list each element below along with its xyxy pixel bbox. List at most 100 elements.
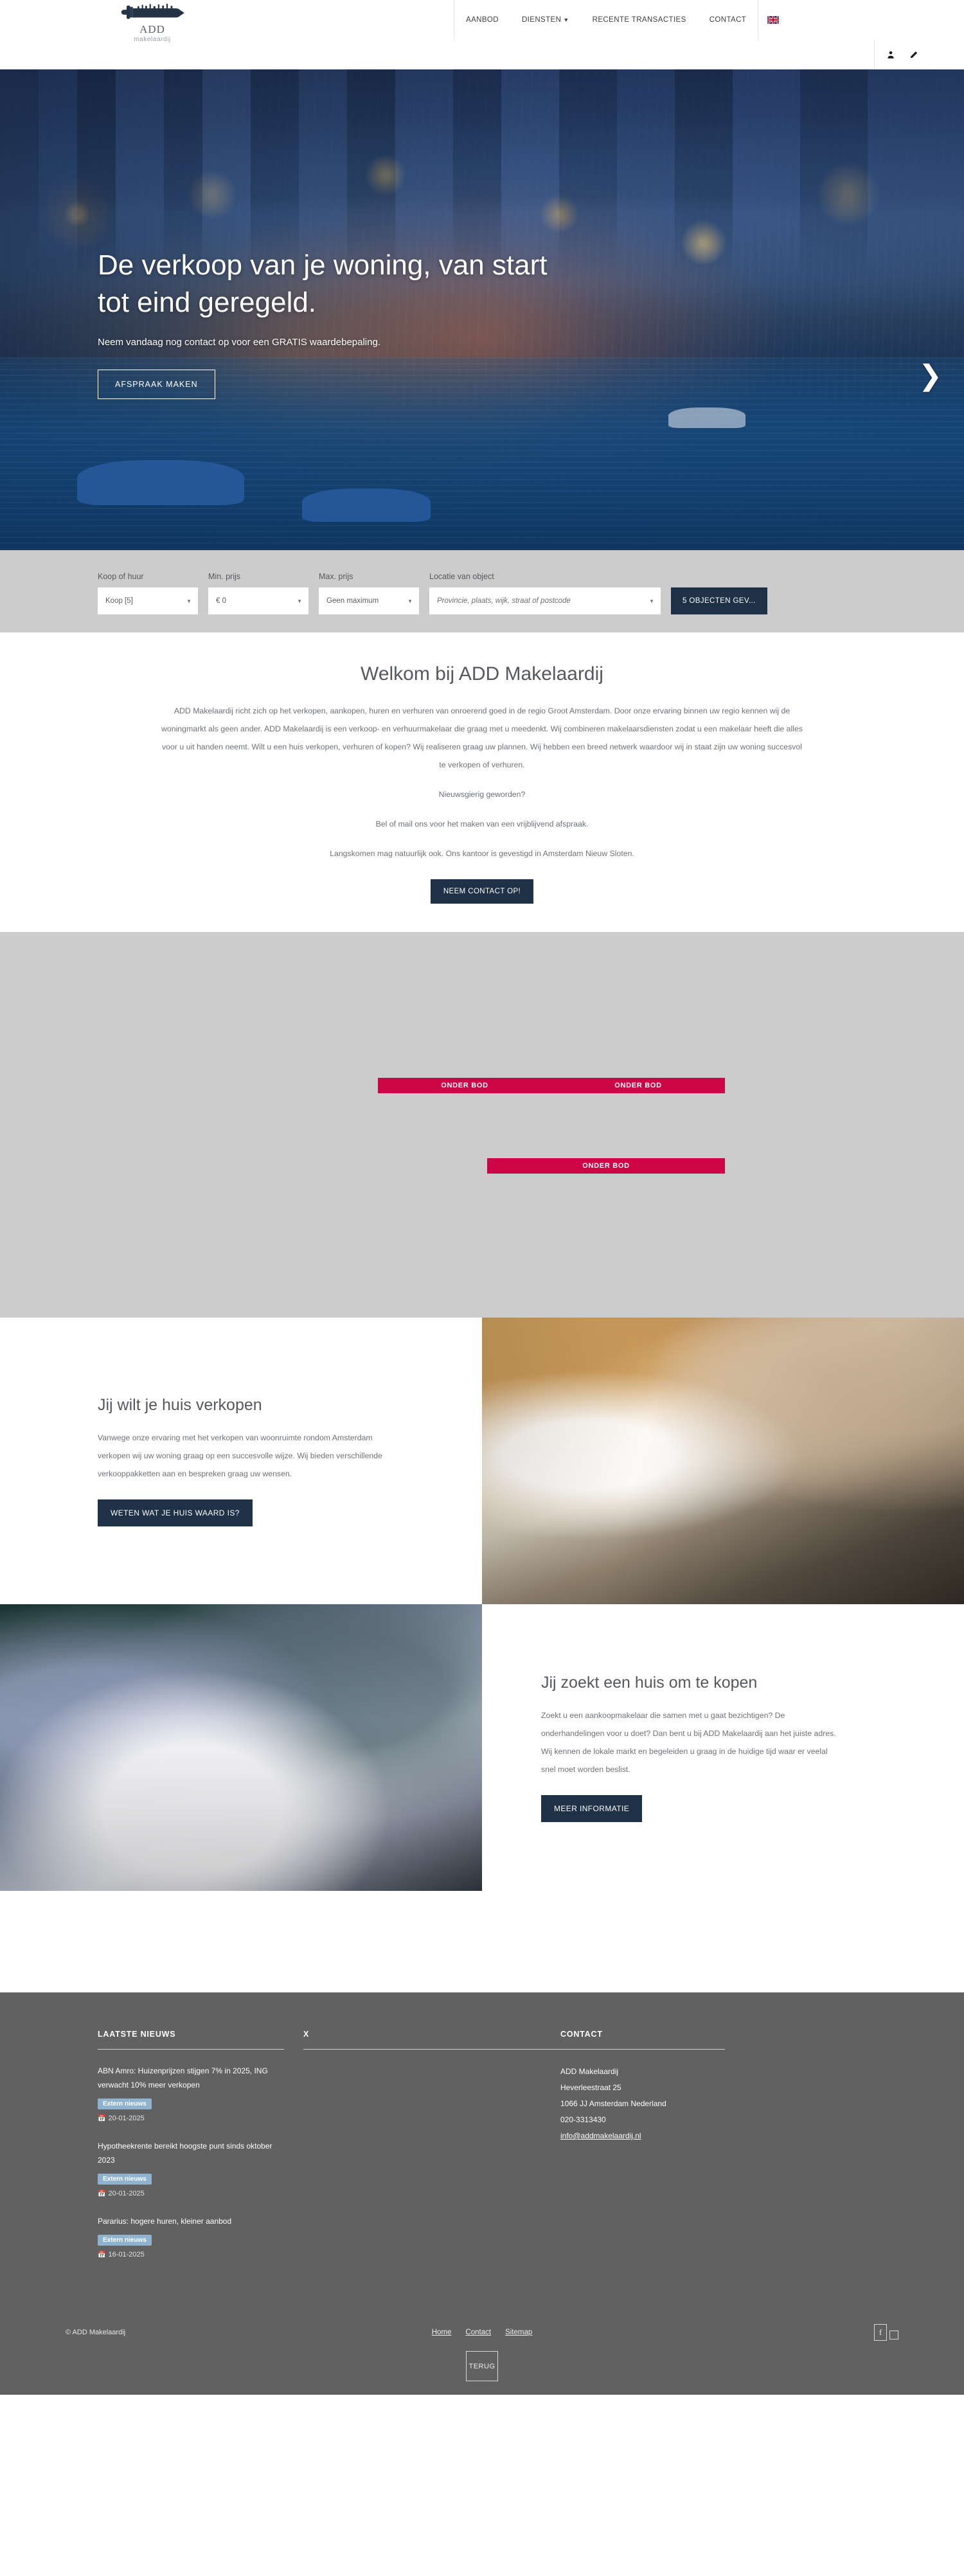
more-info-button[interactable]: MEER INFORMATIE	[541, 1794, 643, 1822]
news-item: Hypotheekrente bereikt hoogste punt sind…	[98, 2139, 284, 2197]
logo-subtitle: makelaardij	[134, 36, 171, 43]
chevron-down-icon: ▼	[297, 598, 302, 604]
meeting-photo	[482, 1318, 964, 1604]
property-status-badge[interactable]: ONDER BOD	[378, 1078, 551, 1093]
property-status-label: ONDER BOD	[614, 1082, 662, 1089]
key-icon	[121, 3, 184, 19]
divider	[98, 2049, 284, 2050]
search-input-location[interactable]: Provincie, plaats, wijk, straat of postc…	[429, 587, 661, 614]
header-icon-group	[874, 40, 964, 69]
sell-house-paragraph: Vanwege onze ervaring met het verkopen v…	[98, 1433, 382, 1478]
divider	[560, 2049, 725, 2050]
search-select-min-price[interactable]: € 0 ▼	[208, 587, 308, 614]
facebook-icon[interactable]: f	[874, 2324, 887, 2341]
main-navigation: AANBOD DIENSTEN ▼ RECENTE TRANSACTIES CON…	[454, 0, 788, 40]
search-field-max-price: Max. prijs Geen maximum ▼	[319, 572, 419, 614]
footer-link-contact[interactable]: Contact	[465, 2329, 491, 2336]
footer-news-heading: LAATSTE NIEUWS	[98, 2030, 176, 2039]
welcome-body: ADD Makelaardij richt zich op het verkop…	[161, 702, 803, 863]
chevron-down-icon: ▼	[563, 17, 569, 23]
chevron-down-icon: ▼	[649, 598, 654, 604]
contact-street: Heverleestraat 25	[560, 2083, 621, 2092]
welcome-heading: Welkom bij ADD Makelaardij	[361, 663, 603, 684]
search-label-min-price: Min. prijs	[208, 572, 241, 581]
footer-middle-heading: X	[303, 2030, 310, 2039]
logo-title: ADD	[139, 23, 165, 35]
news-title[interactable]: ABN Amro: Huizenprijzen stijgen 7% in 20…	[98, 2064, 284, 2092]
search-field-location: Locatie van object Provincie, plaats, wi…	[429, 572, 661, 614]
search-select-max-price[interactable]: Geen maximum ▼	[319, 587, 419, 614]
news-tag-badge: Extern nieuws	[98, 2235, 152, 2246]
footer-bottom-bar: © ADD Makelaardij Home Contact Sitemap f…	[0, 2311, 964, 2395]
property-search-bar: Koop of huur Koop [5] ▼ Min. prijs € 0 ▼…	[0, 550, 964, 632]
nav-item-diensten[interactable]: DIENSTEN ▼	[510, 0, 581, 40]
copyright-text: © ADD Makelaardij	[66, 2329, 126, 2336]
search-value-type: Koop [5]	[105, 597, 133, 605]
search-field-min-price: Min. prijs € 0 ▼	[208, 572, 308, 614]
back-to-top-button[interactable]: TERUG	[466, 2351, 498, 2381]
buy-house-section: Jij zoekt een huis om te kopen Zoekt u e…	[0, 1604, 964, 1891]
property-status-badge[interactable]: ONDER BOD	[487, 1158, 725, 1174]
pencil-icon[interactable]	[909, 49, 918, 60]
chevron-down-icon: ▼	[186, 598, 192, 604]
hero-boat-3	[668, 407, 745, 428]
search-label-max-price: Max. prijs	[319, 572, 353, 581]
footer-link-home[interactable]: Home	[432, 2329, 452, 2336]
hero-boat-1	[77, 460, 244, 505]
house-value-button[interactable]: WETEN WAT JE HUIS WAARD IS?	[98, 1499, 253, 1526]
search-results-button[interactable]: 5 OBJECTEN GEV...	[671, 587, 767, 614]
buy-house-text-block: Jij zoekt een huis om te kopen Zoekt u e…	[482, 1604, 964, 1891]
nav-label: AANBOD	[466, 16, 499, 24]
footer-link-sitemap[interactable]: Sitemap	[505, 2329, 532, 2336]
nav-item-recente-transacties[interactable]: RECENTE TRANSACTIES	[581, 0, 698, 40]
news-title[interactable]: Hypotheekrente bereikt hoogste punt sind…	[98, 2139, 284, 2167]
nav-item-aanbod[interactable]: AANBOD	[454, 0, 510, 40]
site-logo[interactable]: ADD makelaardij	[98, 1, 207, 44]
calendar-icon: 📅	[98, 2190, 106, 2197]
contact-email-link[interactable]: info@addmakelaardij.nl	[560, 2131, 641, 2140]
property-status-label: ONDER BOD	[441, 1082, 488, 1089]
user-icon[interactable]	[886, 49, 895, 60]
property-status-badge[interactable]: ONDER BOD	[551, 1078, 725, 1093]
search-label-type: Koop of huur	[98, 572, 144, 581]
property-status-label: ONDER BOD	[582, 1162, 630, 1170]
news-date-text: 20-01-2025	[108, 2115, 145, 2122]
welcome-paragraph-4: Langskomen mag natuurlijk ook. Ons kanto…	[330, 849, 634, 858]
appointment-button[interactable]: AFSPRAAK MAKEN	[98, 370, 215, 399]
welcome-paragraph-3: Bel of mail ons voor het maken van een v…	[375, 819, 589, 828]
nav-item-contact[interactable]: CONTACT	[698, 0, 758, 40]
contact-button[interactable]: NEEM CONTACT OP!	[430, 879, 534, 904]
site-header: ADD makelaardij AANBOD DIENSTEN ▼ RECENTE…	[0, 0, 964, 69]
contact-company-name: ADD Makelaardij	[560, 2067, 619, 2076]
carousel-next-arrow-icon[interactable]: ❯	[918, 362, 942, 390]
news-date: 📅 20-01-2025	[98, 2115, 284, 2122]
nav-label: RECENTE TRANSACTIES	[592, 16, 686, 24]
search-value-location: Provincie, plaats, wijk, straat of postc…	[437, 597, 571, 605]
site-footer: LAATSTE NIEUWS ABN Amro: Huizenprijzen s…	[0, 1992, 964, 2395]
property-listings-section: ONDER BOD ONDER BOD ONDER BOD	[0, 932, 964, 1318]
contact-city: 1066 JJ Amsterdam Nederland	[560, 2099, 666, 2108]
nav-label: CONTACT	[709, 16, 747, 24]
news-date-text: 16-01-2025	[108, 2251, 145, 2258]
chevron-down-icon: ▼	[407, 598, 413, 604]
sell-house-section: Jij wilt je huis verkopen Vanwege onze e…	[0, 1318, 964, 1604]
social-icon-2[interactable]	[889, 2330, 898, 2339]
search-field-type: Koop of huur Koop [5] ▼	[98, 572, 198, 614]
news-title[interactable]: Pararius: hogere huren, kleiner aanbod	[98, 2214, 284, 2228]
news-item: Pararius: hogere huren, kleiner aanbod E…	[98, 2214, 284, 2258]
footer-news-column: LAATSTE NIEUWS ABN Amro: Huizenprijzen s…	[98, 2030, 284, 2275]
news-tag-badge: Extern nieuws	[98, 2098, 152, 2109]
hero-title: De verkoop van je woning, van start tot …	[98, 249, 548, 318]
language-switcher[interactable]	[758, 0, 788, 40]
buy-house-heading: Jij zoekt een huis om te kopen	[541, 1673, 758, 1692]
contact-phone: 020-3313430	[560, 2115, 606, 2124]
hero-banner: De verkoop van je woning, van start tot …	[0, 69, 964, 550]
news-tag-badge: Extern nieuws	[98, 2174, 152, 2185]
welcome-paragraph-1: ADD Makelaardij richt zich op het verkop…	[161, 706, 803, 769]
divider	[303, 2049, 560, 2050]
hero-subtitle: Neem vandaag nog contact op voor een GRA…	[98, 337, 380, 348]
social-links: f	[874, 2324, 898, 2341]
search-value-min-price: € 0	[216, 597, 226, 605]
calendar-icon: 📅	[98, 2251, 106, 2258]
search-select-type[interactable]: Koop [5] ▼	[98, 587, 198, 614]
